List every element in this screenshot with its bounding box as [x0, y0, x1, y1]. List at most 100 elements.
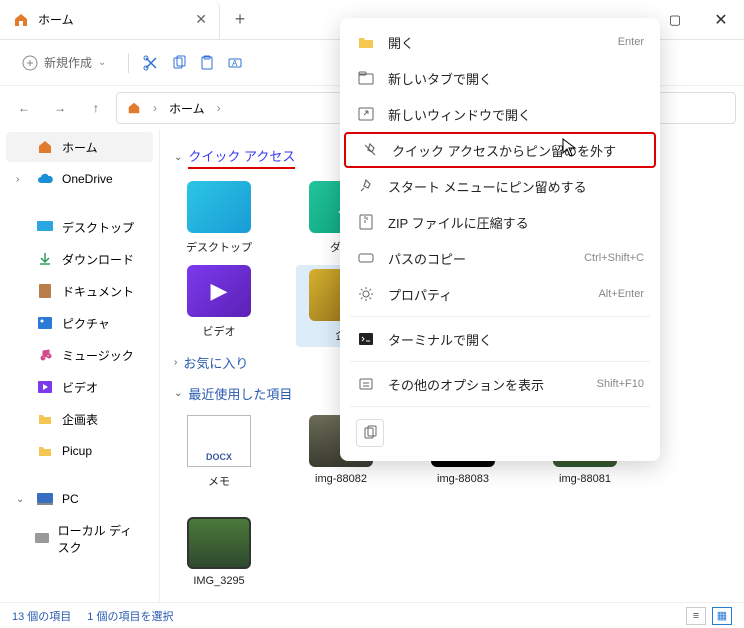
video-folder-icon: ▶: [187, 265, 251, 317]
selection-count: 1 個の項目を選択: [87, 608, 173, 624]
zip-icon: [356, 212, 376, 232]
sidebar-item-label: ピクチャ: [62, 315, 110, 332]
ctx-pin-start[interactable]: スタート メニューにピン留めする: [340, 168, 660, 204]
chevron-right-icon[interactable]: ›: [16, 174, 28, 185]
new-window-icon: [356, 104, 376, 124]
desktop-icon: [36, 218, 54, 236]
separator: [350, 316, 650, 317]
new-item-label: 新規作成: [44, 54, 92, 71]
up-button[interactable]: ↑: [80, 92, 112, 124]
ctx-properties[interactable]: プロパティ Alt+Enter: [340, 276, 660, 312]
cloud-icon: [36, 170, 54, 188]
disk-icon: [34, 530, 50, 548]
back-button[interactable]: ←: [8, 92, 40, 124]
sidebar-item-label: ローカル ディスク: [58, 522, 143, 556]
chevron-right-icon: ›: [174, 357, 177, 368]
folder-icon: [36, 442, 54, 460]
chevron-right-icon: ›: [217, 101, 221, 115]
item-count: 13 個の項目: [12, 608, 71, 624]
image-thumbnail: [187, 517, 251, 569]
ctx-open-terminal[interactable]: ターミナルで開く: [340, 321, 660, 357]
new-tab-icon: [356, 68, 376, 88]
plus-circle-icon: [22, 55, 38, 71]
section-title: お気に入り: [183, 353, 248, 372]
file-item[interactable]: DOCX メモ: [174, 415, 264, 489]
sidebar-item-label: ダウンロード: [62, 251, 134, 268]
sidebar-item-folder[interactable]: Picup: [6, 436, 153, 466]
pin-icon: [356, 176, 376, 196]
rename-icon[interactable]: A: [225, 53, 245, 73]
document-icon: [36, 282, 54, 300]
more-options-icon: [356, 374, 376, 394]
sidebar-item-home[interactable]: ホーム: [6, 132, 153, 162]
sidebar-item-label: ミュージック: [62, 347, 134, 364]
sidebar-item-documents[interactable]: ドキュメント: [6, 276, 153, 306]
sidebar-item-downloads[interactable]: ダウンロード: [6, 244, 153, 274]
sidebar-item-videos[interactable]: ビデオ: [6, 372, 153, 402]
ctx-compress-zip[interactable]: ZIP ファイルに圧縮する: [340, 204, 660, 240]
tab-title: ホーム: [38, 11, 74, 28]
sidebar-item-desktop[interactable]: デスクトップ: [6, 212, 153, 242]
sidebar-item-label: PC: [62, 492, 79, 506]
folder-item[interactable]: ▶ ビデオ: [174, 265, 264, 347]
copy-path-icon: [356, 248, 376, 268]
new-item-button[interactable]: 新規作成 ⌄: [12, 48, 116, 77]
docx-icon: DOCX: [187, 415, 251, 467]
ctx-unpin-quick-access[interactable]: クイック アクセスからピン留めを外す: [344, 132, 656, 168]
copy-button[interactable]: [356, 419, 384, 447]
context-menu: 開く Enter 新しいタブで開く 新しいウィンドウで開く クイック アクセスか…: [340, 18, 660, 461]
new-tab-button[interactable]: +: [220, 0, 260, 39]
close-button[interactable]: ✕: [698, 0, 744, 39]
ctx-copy-path[interactable]: パスのコピー Ctrl+Shift+C: [340, 240, 660, 276]
sidebar-item-label: OneDrive: [62, 172, 113, 186]
sidebar-item-label: Picup: [62, 444, 92, 458]
sidebar-item-label: 企画表: [62, 411, 98, 428]
sidebar-item-pc[interactable]: ⌄ PC: [6, 484, 153, 514]
sidebar-item-folder[interactable]: 企画表: [6, 404, 153, 434]
sidebar-item-onedrive[interactable]: › OneDrive: [6, 164, 153, 194]
icons-view-button[interactable]: ▦: [712, 607, 732, 625]
separator: [350, 406, 650, 407]
details-view-button[interactable]: ≡: [686, 607, 706, 625]
sidebar-item-label: ビデオ: [62, 379, 98, 396]
ctx-open-new-window[interactable]: 新しいウィンドウで開く: [340, 96, 660, 132]
sidebar-item-label: ドキュメント: [62, 283, 134, 300]
ctx-mini-actions: [340, 411, 660, 455]
cut-icon[interactable]: [141, 53, 161, 73]
file-item[interactable]: IMG_3295: [174, 517, 264, 587]
ctx-open-new-tab[interactable]: 新しいタブで開く: [340, 60, 660, 96]
tab-close-icon[interactable]: ✕: [195, 11, 207, 28]
home-icon: [12, 11, 30, 29]
sidebar-item-disk[interactable]: ローカル ディスク: [6, 516, 153, 562]
separator: [350, 361, 650, 362]
download-icon: [36, 250, 54, 268]
chevron-down-icon: ⌄: [174, 152, 182, 163]
folder-icon: [36, 410, 54, 428]
chevron-right-icon: ›: [153, 101, 157, 115]
chevron-down-icon: ⌄: [174, 388, 182, 399]
svg-text:A: A: [232, 59, 238, 68]
ctx-show-more[interactable]: その他のオプションを表示 Shift+F10: [340, 366, 660, 402]
sidebar: ホーム › OneDrive デスクトップ ダウンロード ドキュメント ピクチャ: [0, 130, 160, 602]
home-icon: [36, 138, 54, 156]
ctx-open[interactable]: 開く Enter: [340, 24, 660, 60]
properties-icon: [356, 284, 376, 304]
chevron-down-icon: ⌄: [98, 57, 106, 68]
window-tab[interactable]: ホーム ✕: [0, 0, 220, 39]
unpin-icon: [360, 140, 380, 160]
home-icon: [127, 101, 141, 115]
forward-button[interactable]: →: [44, 92, 76, 124]
picture-icon: [36, 314, 54, 332]
video-icon: [36, 378, 54, 396]
folder-item[interactable]: デスクトップ: [174, 181, 264, 255]
chevron-down-icon[interactable]: ⌄: [16, 494, 28, 505]
copy-icon[interactable]: [169, 53, 189, 73]
separator: [128, 53, 129, 73]
sidebar-item-label: デスクトップ: [62, 219, 134, 236]
sidebar-item-music[interactable]: ミュージック: [6, 340, 153, 370]
sidebar-item-label: ホーム: [62, 139, 98, 156]
paste-icon[interactable]: [197, 53, 217, 73]
open-folder-icon: [356, 32, 376, 52]
sidebar-item-pictures[interactable]: ピクチャ: [6, 308, 153, 338]
breadcrumb-label[interactable]: ホーム: [169, 100, 205, 117]
